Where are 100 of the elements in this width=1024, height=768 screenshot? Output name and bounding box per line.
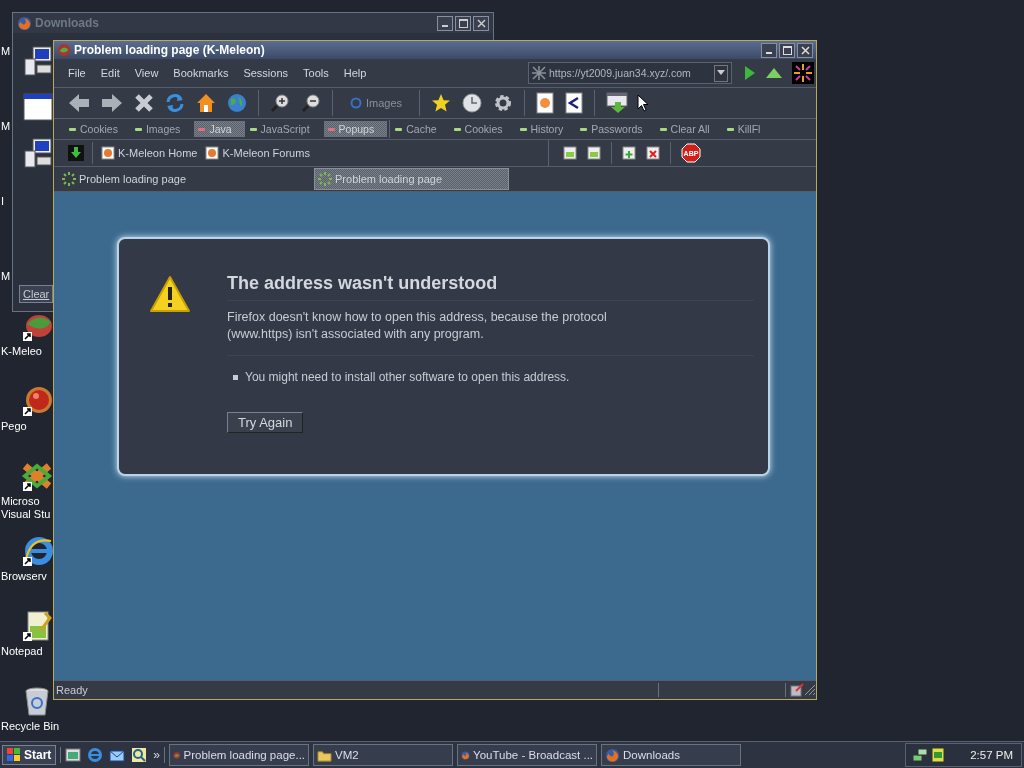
computer-icon (23, 45, 53, 77)
notepad-icon[interactable] (931, 747, 946, 763)
maximize-icon (458, 18, 468, 28)
forward-icon[interactable] (101, 93, 123, 113)
desktop-icon-label[interactable]: I (0, 195, 5, 208)
back-icon[interactable] (68, 93, 90, 113)
search-icon[interactable] (131, 747, 148, 763)
zoom-out-icon[interactable] (301, 93, 321, 113)
menu-item[interactable]: Help (343, 67, 367, 79)
notepad-icon (21, 610, 53, 642)
add-page-icon[interactable] (622, 146, 636, 160)
bullet-icon (233, 374, 238, 380)
warning-icon (149, 275, 191, 313)
privacy-clear-item[interactable]: Cookies (450, 122, 515, 136)
menu-item[interactable]: Bookmarks (173, 67, 229, 79)
browser-icon (17, 15, 32, 31)
go-icon[interactable] (744, 66, 756, 80)
close-page-icon[interactable] (646, 146, 660, 160)
minimize-button[interactable] (761, 42, 777, 58)
bookmark-link[interactable]: K-Meleon Forums (205, 146, 310, 160)
angle-bracket-icon[interactable] (565, 92, 584, 114)
desktop-icon-label[interactable]: Browserv (0, 570, 47, 583)
resize-grip-icon[interactable] (804, 684, 816, 696)
menu-item[interactable]: View (134, 67, 159, 79)
bookmark-link[interactable]: K-Meleon Home (101, 146, 198, 160)
tab[interactable]: Problem loading page (59, 169, 247, 189)
home-icon[interactable] (196, 93, 216, 113)
try-again-button[interactable]: Try Again (227, 412, 304, 433)
cursor-icon (637, 94, 650, 112)
taskbar-button[interactable]: YouTube - Broadcast ... (457, 744, 598, 766)
more-button[interactable]: » (153, 748, 161, 762)
privacy-clear-item[interactable]: Passwords (577, 122, 655, 136)
privacy-clear-item[interactable]: KillFl (723, 122, 773, 136)
close-button[interactable] (473, 15, 489, 31)
dropdown-button[interactable] (714, 64, 728, 82)
page-icon[interactable] (536, 92, 555, 114)
network-icon[interactable] (912, 747, 929, 763)
menu-item[interactable]: Sessions (243, 67, 289, 79)
menu-item[interactable]: File (68, 67, 86, 79)
zoom-in-icon[interactable] (270, 93, 290, 113)
close-icon (476, 18, 486, 28)
desktop-icon-label[interactable]: M (0, 45, 11, 58)
up-icon[interactable] (766, 68, 782, 78)
page-icon (205, 146, 220, 160)
browser-e-icon[interactable] (87, 747, 104, 763)
desktop-icon-label[interactable]: M (0, 270, 11, 283)
start-button[interactable]: Start (2, 745, 57, 765)
images-button[interactable]: Images (344, 97, 409, 109)
status-page-icon (790, 683, 804, 697)
error-title: The address wasn't understood (227, 273, 498, 294)
settings-icon[interactable] (493, 93, 514, 113)
privacy-clear-item[interactable]: Clear All (656, 122, 722, 136)
address-field[interactable]: https://yt2009.juan34.xyz/.com (528, 62, 732, 84)
download-icon[interactable] (606, 92, 631, 114)
burst-logo-icon (792, 62, 814, 84)
spinner-icon (61, 171, 77, 187)
privacy-toggle[interactable]: Cookies (66, 122, 130, 136)
maximize-button[interactable] (455, 15, 471, 31)
maximize-button[interactable] (779, 42, 795, 58)
desktop-icon-label[interactable]: Pego (0, 420, 27, 433)
mail-icon[interactable] (109, 747, 126, 763)
window-icon (23, 93, 53, 121)
globe-icon[interactable] (227, 93, 247, 113)
reload-icon[interactable] (165, 93, 185, 113)
status-text: Ready (55, 684, 89, 696)
desktop-icon-label[interactable]: K-Meleo (0, 345, 42, 358)
star-icon[interactable] (431, 93, 452, 113)
menu-item[interactable]: Tools (303, 67, 329, 79)
page-icon[interactable] (563, 146, 577, 160)
privacy-clear-item[interactable]: History (516, 122, 576, 136)
menu-item[interactable]: Edit (100, 67, 120, 79)
browser-icon (605, 747, 621, 763)
windows-flag-icon (7, 748, 21, 762)
meleon-icon (57, 43, 71, 57)
privacy-clear-item[interactable]: Cache (392, 122, 449, 136)
desktop-icon-label[interactable]: Notepad (0, 645, 43, 658)
stop-icon[interactable] (134, 93, 154, 113)
maximize-icon (782, 45, 792, 55)
desktop-icon[interactable] (65, 747, 82, 763)
close-button[interactable] (797, 42, 813, 58)
window-title: Problem loading page (K-Meleon) (74, 43, 265, 57)
ring-icon (350, 97, 362, 109)
privacy-toggle[interactable]: JavaScript (246, 122, 322, 136)
page-icon (101, 146, 115, 160)
download-arrow-icon[interactable] (68, 145, 84, 161)
taskbar-button[interactable]: Problem loading page... (169, 744, 310, 766)
close-icon (800, 45, 810, 55)
page-icon[interactable] (587, 146, 601, 160)
desktop-icon-label[interactable]: Microso Visual Stu (0, 495, 51, 521)
privacy-toggle[interactable]: Images (131, 122, 193, 136)
caret-icon (717, 70, 725, 76)
taskbar-button[interactable]: VM2 (313, 744, 454, 766)
taskbar-button[interactable]: Downloads (601, 744, 742, 766)
clock-icon[interactable] (462, 93, 483, 113)
desktop-icon-label[interactable]: Recycle Bin (0, 720, 60, 733)
minimize-button[interactable] (437, 15, 453, 31)
site-icon (532, 66, 546, 80)
clear-button[interactable]: Clear (19, 285, 54, 303)
desktop-icon-label[interactable]: M (0, 120, 11, 133)
clock: 2:57 PM (970, 749, 1013, 761)
